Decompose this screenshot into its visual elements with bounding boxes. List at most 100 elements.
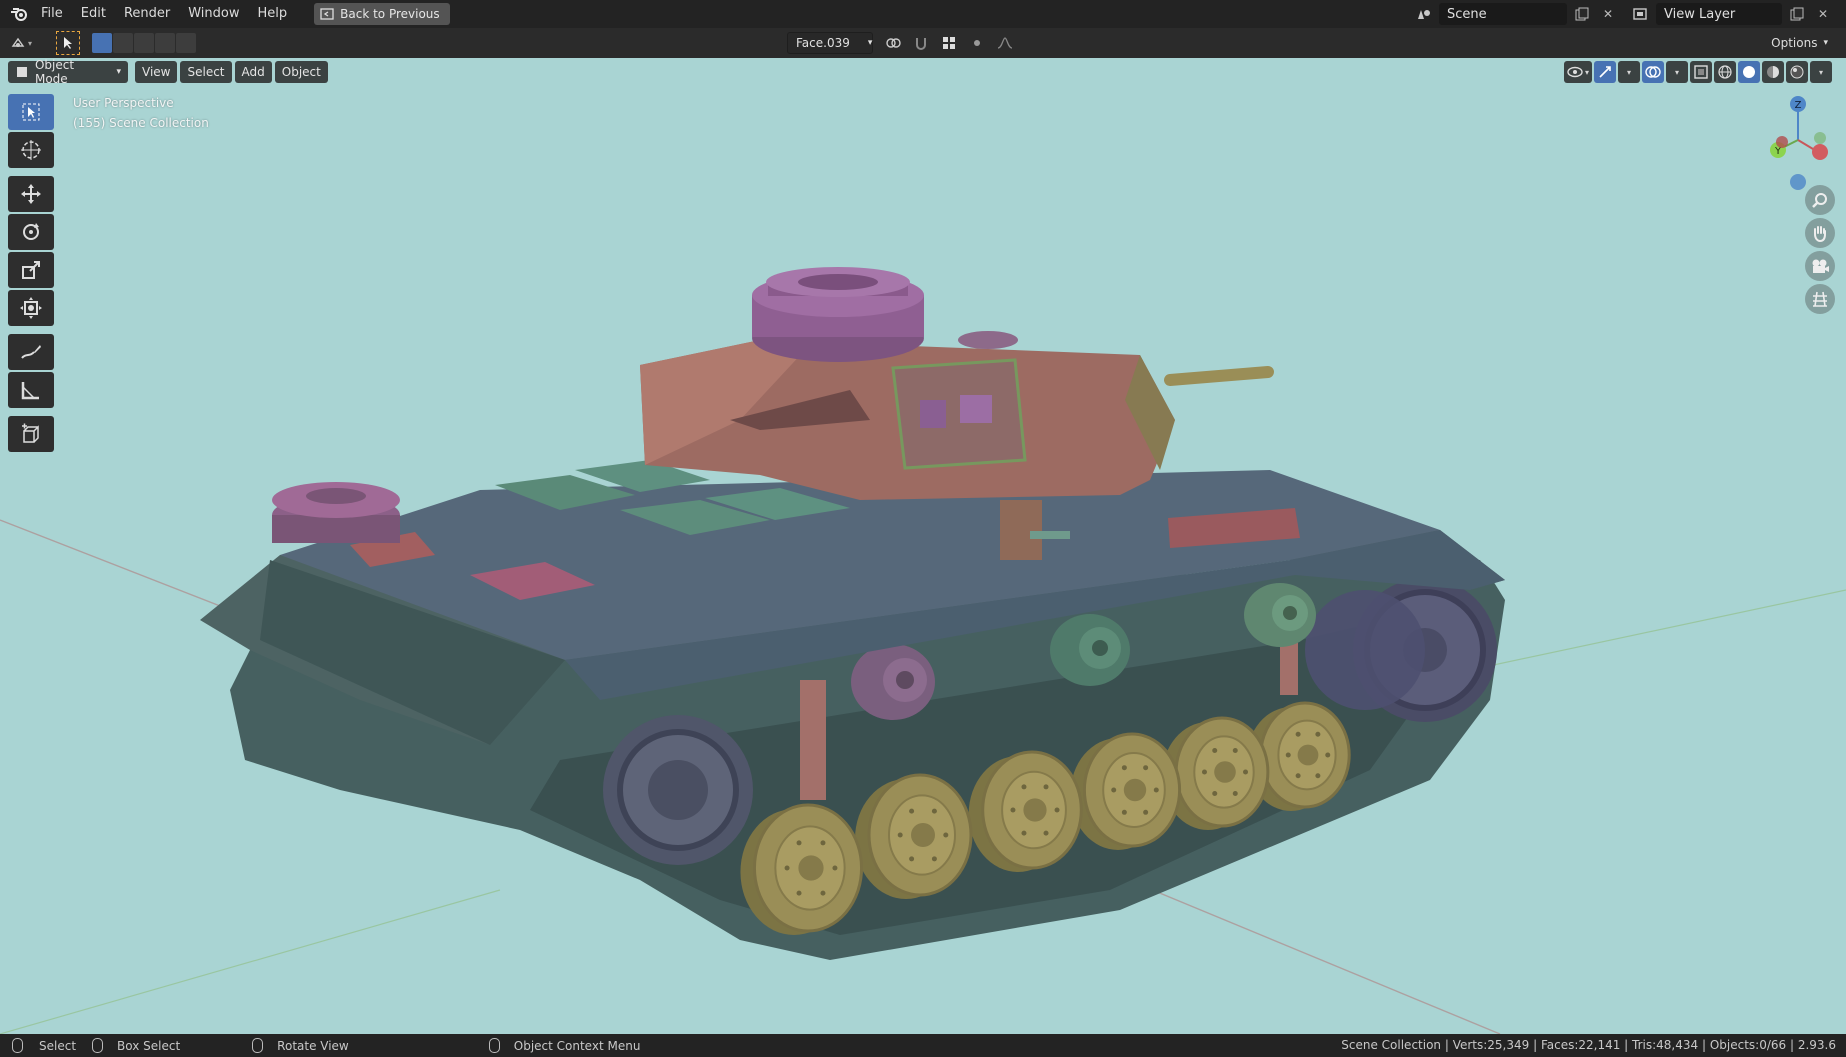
object-mode-icon	[16, 67, 27, 77]
3d-viewport-icon	[11, 37, 25, 47]
collection-label: (155) Scene Collection	[73, 116, 209, 130]
cursor-icon[interactable]	[8, 132, 54, 168]
select-box-icon[interactable]	[8, 94, 54, 130]
camera-icon[interactable]	[1805, 251, 1835, 281]
select-menu[interactable]: Select	[180, 61, 232, 83]
move-icon[interactable]	[8, 176, 54, 212]
rear-exhaust-cylinder	[272, 482, 400, 543]
return-roller	[851, 644, 935, 720]
chevron-down-icon: ▾	[867, 38, 873, 48]
y-axis-line-far	[1469, 589, 1846, 671]
gizmo-dropdown-icon[interactable]: ▾	[1618, 61, 1640, 83]
measure-icon[interactable]	[8, 372, 54, 408]
mode-invert-icon[interactable]	[155, 33, 175, 53]
delete-scene-icon[interactable]: ✕	[1597, 3, 1619, 25]
tank-model-scene[interactable]	[0, 58, 1846, 1034]
pivot-point-icon[interactable]	[882, 32, 904, 54]
shading-dropdown-icon[interactable]: ▾	[1810, 61, 1832, 83]
3d-viewport[interactable]: Object Mode ▾ View Select Add Object Use…	[0, 58, 1846, 1034]
rear-idler-wheel	[603, 715, 753, 865]
top-menu-bar: File Edit Render Window Help Back to Pre…	[0, 0, 1846, 28]
scene-selector-group: Scene ✕	[1413, 3, 1619, 25]
annotate-icon[interactable]	[8, 334, 54, 370]
perspective-label: User Perspective	[73, 96, 174, 110]
new-view-layer-icon[interactable]	[1786, 3, 1808, 25]
tool-settings-header: ▾ Face.039 ▾ Options ▾	[0, 28, 1846, 58]
add-cube-icon[interactable]	[8, 416, 54, 452]
status-rotate-view: Rotate View	[252, 1038, 349, 1053]
options-dropdown[interactable]: Options ▾	[1763, 32, 1836, 54]
selection-mode-buttons	[92, 33, 197, 53]
zoom-icon[interactable]	[1805, 185, 1835, 215]
return-roller-3	[1244, 583, 1316, 647]
new-scene-icon[interactable]	[1571, 3, 1593, 25]
solid-shading-icon[interactable]	[1738, 61, 1760, 83]
rotate-icon[interactable]	[8, 214, 54, 250]
y-axis-line	[0, 889, 501, 1034]
status-select: Select	[12, 1038, 76, 1053]
face-dropdown-label: Face.039	[796, 36, 850, 50]
chevron-down-icon: ▾	[1823, 38, 1828, 48]
add-menu[interactable]: Add	[234, 61, 272, 83]
options-label: Options	[1771, 36, 1818, 50]
mode-intersect-icon[interactable]	[176, 33, 196, 53]
menu-help[interactable]: Help	[249, 3, 297, 25]
front-drive-sprocket	[1305, 578, 1497, 722]
snap-toggle-icon[interactable]	[910, 32, 932, 54]
view-layer-group: View Layer ✕	[1630, 3, 1834, 25]
wireframe-shading-icon[interactable]	[1714, 61, 1736, 83]
overlays-dropdown-icon[interactable]: ▾	[1666, 61, 1688, 83]
menu-file[interactable]: File	[32, 3, 72, 25]
xray-toggle-icon[interactable]	[1690, 61, 1712, 83]
chevron-down-icon: ▾	[28, 38, 33, 48]
view-layer-icon[interactable]	[1630, 3, 1652, 25]
back-button-label: Back to Previous	[340, 7, 440, 21]
status-box-select-label: Box Select	[117, 1038, 181, 1053]
suspension-arm	[800, 680, 826, 800]
view-layer-field[interactable]: View Layer	[1656, 3, 1782, 25]
back-icon	[320, 8, 334, 20]
mouse-left-icon	[12, 1038, 23, 1053]
transform-pivot-snap-group	[882, 32, 1016, 54]
mode-extend-icon[interactable]	[113, 33, 133, 53]
back-to-previous-button[interactable]: Back to Previous	[314, 3, 450, 25]
snap-increment-icon[interactable]	[938, 32, 960, 54]
mode-set-new-icon[interactable]	[92, 33, 112, 53]
editor-type-selector[interactable]: ▾	[10, 32, 42, 54]
hand-icon[interactable]	[1805, 218, 1835, 248]
visibility-eye-icon[interactable]: ▾	[1563, 61, 1592, 83]
mode-subtract-icon[interactable]	[134, 33, 154, 53]
left-toolbar	[8, 94, 54, 454]
menu-window[interactable]: Window	[179, 3, 248, 25]
menu-edit[interactable]: Edit	[72, 3, 115, 25]
status-bar: Select Box Select Rotate View Object Con…	[0, 1034, 1846, 1057]
grid-icon[interactable]	[1805, 284, 1835, 314]
navigation-gizmo[interactable]: Z Y	[1762, 94, 1834, 190]
mouse-right-icon	[488, 1038, 500, 1053]
view-menu[interactable]: View	[135, 61, 178, 83]
face-dropdown[interactable]: Face.039 ▾	[787, 32, 873, 54]
main-gun-barrel	[1164, 366, 1274, 386]
material-preview-icon[interactable]	[1762, 61, 1784, 83]
scene-statistics: Scene Collection | Verts:25,349 | Faces:…	[1341, 1038, 1836, 1052]
transform-icon[interactable]	[8, 290, 54, 326]
status-box-select: Box Select	[92, 1038, 180, 1053]
gizmo-toggle-icon[interactable]	[1594, 61, 1616, 83]
viewport-info-overlay: User Perspective (155) Scene Collection	[73, 93, 209, 133]
rendered-shading-icon[interactable]	[1786, 61, 1808, 83]
scale-icon[interactable]	[8, 252, 54, 288]
status-context-menu: Object Context Menu	[488, 1038, 640, 1053]
delete-view-layer-icon[interactable]: ✕	[1812, 3, 1834, 25]
scene-name-field[interactable]: Scene	[1439, 3, 1567, 25]
object-menu[interactable]: Object	[274, 61, 328, 83]
proportional-editing-icon[interactable]	[966, 32, 988, 54]
blender-logo-icon[interactable]	[6, 1, 32, 27]
active-tool-select-icon[interactable]	[56, 31, 80, 55]
object-mode-label: Object Mode	[34, 58, 75, 86]
falloff-curve-icon[interactable]	[994, 32, 1016, 54]
scene-icon[interactable]	[1413, 3, 1435, 25]
menu-render[interactable]: Render	[115, 3, 179, 25]
overlays-toggle-icon[interactable]	[1642, 61, 1664, 83]
object-mode-dropdown[interactable]: Object Mode ▾	[8, 58, 128, 86]
status-rotate-view-label: Rotate View	[277, 1038, 349, 1053]
